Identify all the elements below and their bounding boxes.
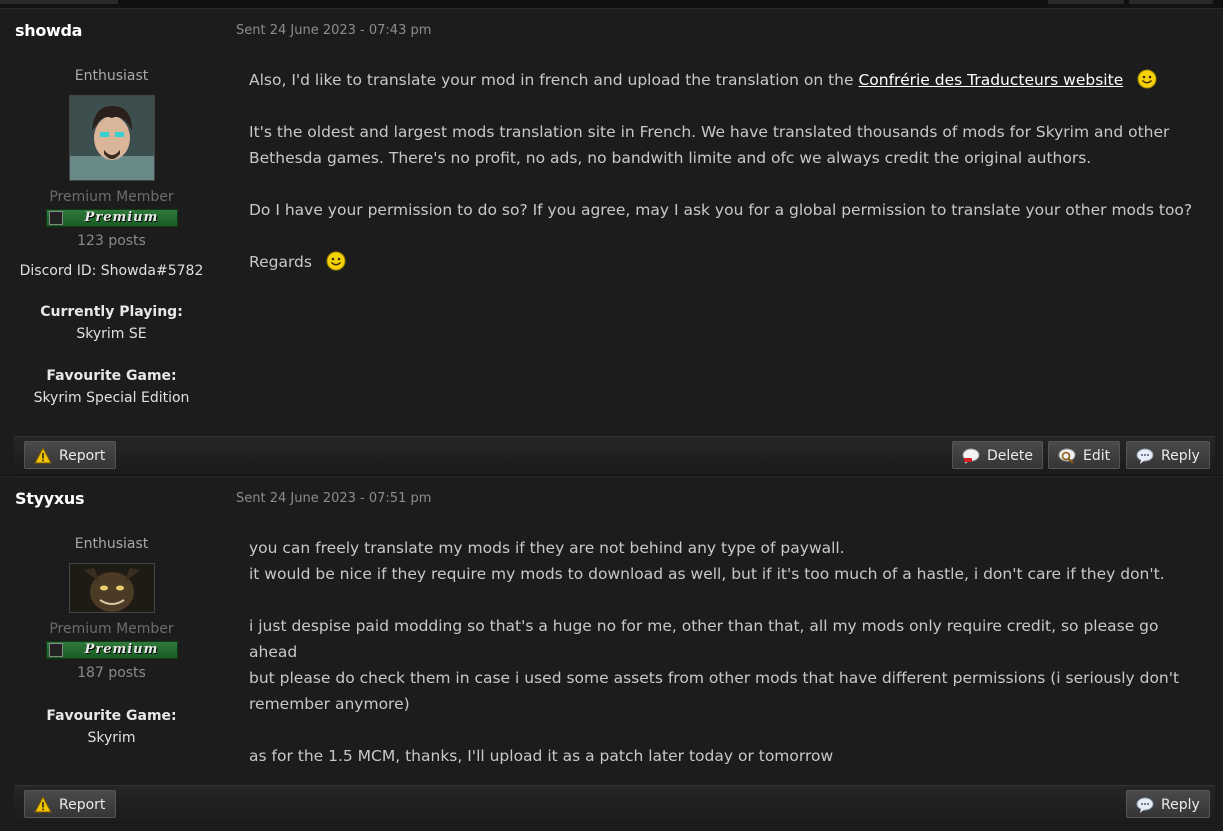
posts-count: 187 posts — [77, 665, 146, 681]
author-profile: Enthusiast Premium Member Premium 187 po… — [10, 535, 213, 747]
premium-badge: Premium — [45, 641, 178, 659]
previous-button-stub[interactable] — [0, 0, 118, 4]
post-line: i just despise paid modding so that's a … — [249, 617, 1159, 661]
report-button[interactable]: Report — [24, 790, 116, 818]
avatar[interactable] — [68, 563, 155, 613]
edit-magnifier-icon — [1058, 448, 1076, 464]
reply-bubble-icon — [1136, 797, 1154, 813]
badge-icon — [48, 643, 63, 657]
reply-label: Reply — [1161, 448, 1200, 464]
member-group: Premium Member — [49, 621, 174, 637]
post-paragraph: Do I have your permission to do so? If y… — [249, 201, 1193, 219]
avatar[interactable] — [68, 95, 155, 181]
report-button[interactable]: Report — [24, 441, 116, 469]
delete-label: Delete — [987, 448, 1033, 464]
reply-button[interactable]: Reply — [1126, 441, 1210, 469]
edit-button[interactable]: Edit — [1048, 441, 1120, 469]
post-date: Sent 24 June 2023 - 07:51 pm — [236, 491, 432, 506]
author-name[interactable]: Styyxus — [15, 489, 84, 508]
author-rank: Enthusiast — [74, 68, 149, 84]
favourite-game-label: Favourite Game: — [46, 368, 177, 384]
post-line: it would be nice if they require my mods… — [249, 565, 1165, 583]
favourite-game-value: Skyrim Special Edition — [33, 390, 190, 406]
author-rank: Enthusiast — [74, 536, 149, 552]
post-body: Also, I'd like to translate your mod in … — [249, 67, 1199, 301]
badge-icon — [48, 211, 63, 225]
premium-badge: Premium — [45, 209, 178, 227]
reply-button[interactable]: Reply — [1126, 790, 1210, 818]
post: Styyxus Sent 24 June 2023 - 07:51 pm Ent… — [0, 476, 1223, 831]
delete-bubble-icon — [962, 448, 980, 464]
currently-playing-value: Skyrim SE — [76, 326, 147, 342]
message-thread: showda Sent 24 June 2023 - 07:43 pm Enth… — [0, 0, 1223, 831]
post-actions: Report Delete Edit Reply — [14, 436, 1215, 475]
smiley-icon — [1137, 69, 1157, 89]
post-line: but please do check them in case i used … — [249, 669, 1180, 713]
post: showda Sent 24 June 2023 - 07:43 pm Enth… — [0, 8, 1223, 475]
badge-label: Premium — [84, 642, 159, 657]
report-label: Report — [59, 797, 106, 813]
post-paragraph: Also, I'd like to translate your mod in … — [249, 67, 1199, 93]
author-profile: Enthusiast Premium Member Premium 123 po… — [10, 67, 213, 407]
smiley-icon — [326, 251, 346, 271]
post-date: Sent 24 June 2023 - 07:43 pm — [236, 23, 432, 38]
post-paragraph: Regards — [249, 249, 1199, 275]
currently-playing-label: Currently Playing: — [40, 304, 183, 320]
posts-count: 123 posts — [77, 233, 146, 249]
post-text: Also, I'd like to translate your mod in … — [249, 71, 859, 89]
post-line: you can freely translate my mods if they… — [249, 539, 845, 557]
reply-bubble-icon — [1136, 448, 1154, 464]
confrerie-link[interactable]: Confrérie des Traducteurs website — [858, 71, 1123, 89]
previous-button-stub[interactable] — [1129, 0, 1213, 4]
post-paragraph: It's the oldest and largest mods transla… — [249, 123, 1170, 167]
post-text: Regards — [249, 253, 312, 271]
warning-icon — [34, 447, 52, 464]
post-actions: Report Reply — [14, 785, 1215, 824]
member-group: Premium Member — [49, 189, 174, 205]
favourite-game-label: Favourite Game: — [46, 708, 177, 724]
discord-id: Discord ID: Showda#5782 — [19, 263, 204, 279]
delete-button[interactable]: Delete — [952, 441, 1043, 469]
top-strip — [0, 0, 1223, 6]
post-body: you can freely translate my mods if they… — [249, 535, 1199, 769]
favourite-game-value: Skyrim — [87, 730, 136, 746]
author-name[interactable]: showda — [15, 21, 82, 40]
badge-label: Premium — [84, 210, 159, 225]
warning-icon — [34, 796, 52, 813]
edit-label: Edit — [1083, 448, 1111, 464]
report-label: Report — [59, 448, 106, 464]
post-line: as for the 1.5 MCM, thanks, I'll upload … — [249, 747, 834, 765]
previous-button-stub[interactable] — [1048, 0, 1124, 4]
reply-label: Reply — [1161, 797, 1200, 813]
